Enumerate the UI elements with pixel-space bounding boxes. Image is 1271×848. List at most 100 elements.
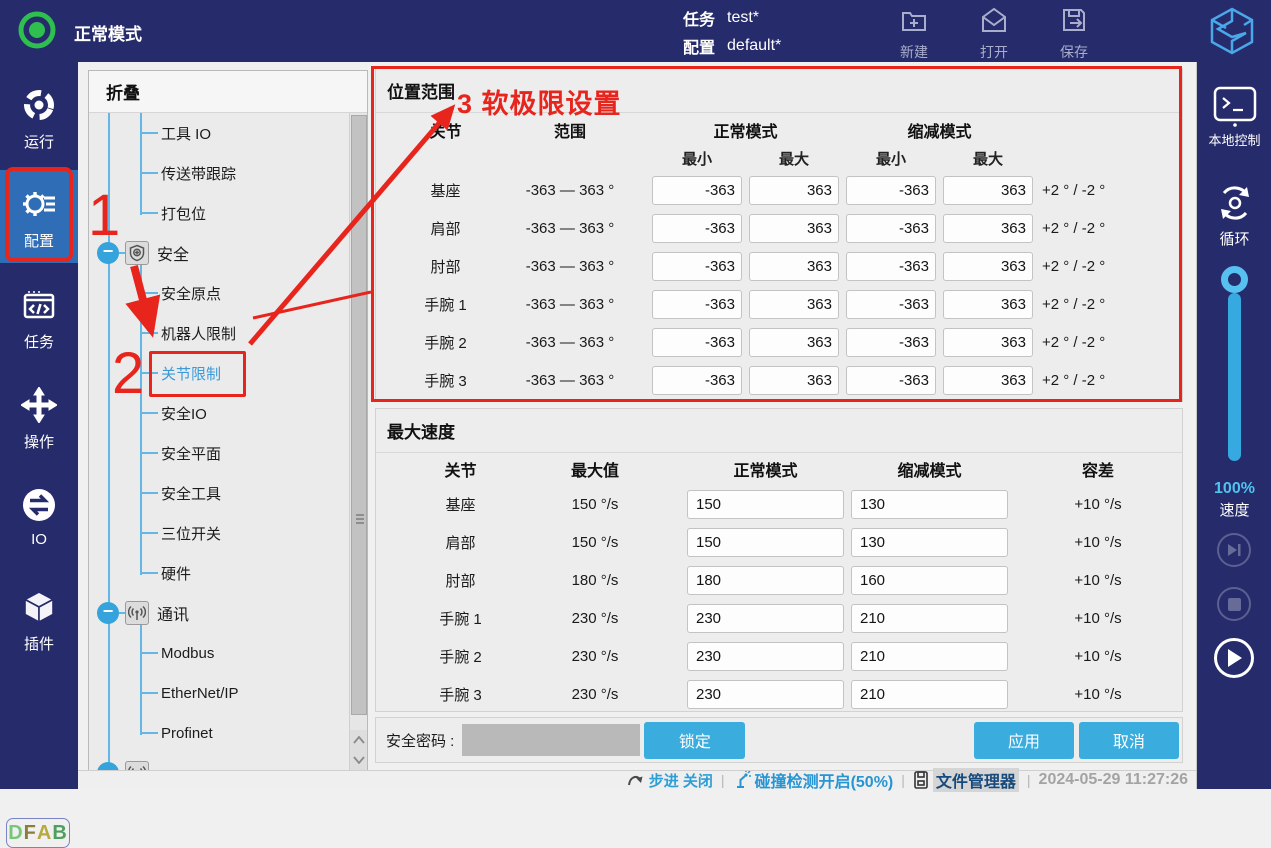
save-button[interactable]: 保存 [1043,5,1105,62]
reduced-speed-input[interactable] [851,604,1008,633]
tree-item[interactable]: − [89,113,367,153]
app-logo-icon [1204,3,1260,64]
reduced-speed-input[interactable] [851,528,1008,557]
reduced-max-input[interactable] [943,252,1033,281]
nav-plugin[interactable]: 插件 [0,589,78,654]
collapse-minus-icon[interactable]: − [97,602,119,624]
reduced-min-input[interactable] [846,214,936,243]
stop-button[interactable] [1217,587,1251,621]
tolerance-value: +10 °/s [1015,610,1181,627]
tree-item[interactable]: − [89,553,367,593]
speed-slider-handle[interactable] [1221,266,1248,293]
reduced-speed-input[interactable] [851,566,1008,595]
tree-item[interactable]: − [89,353,367,393]
file-manager-status[interactable]: 文件管理器 [913,768,1019,792]
collision-detection-status[interactable]: 碰撞检测开启(50%) [733,768,894,792]
tree-item[interactable]: − [89,393,367,433]
normal-speed-input[interactable] [687,490,844,519]
apply-button[interactable]: 应用 [974,722,1074,759]
reduced-speed-input[interactable] [851,680,1008,709]
open-button[interactable]: 打开 [963,5,1025,62]
normal-speed-input[interactable] [687,566,844,595]
reduced-min-input[interactable] [846,328,936,357]
reduced-max-input[interactable] [943,176,1033,205]
play-button[interactable] [1214,638,1254,678]
normal-min-input[interactable] [652,252,742,281]
normal-min-input[interactable] [652,328,742,357]
tree-item-label: 安全工具 [161,483,221,504]
scroll-up-button[interactable] [350,730,367,750]
reduced-speed-input[interactable] [851,490,1008,519]
tree-item[interactable]: − [89,233,367,273]
joint-name: 肩部 [403,218,488,239]
tree-item[interactable]: − [89,753,367,770]
reduced-speed-input[interactable] [851,642,1008,671]
normal-max-input[interactable] [749,214,839,243]
nav-task[interactable]: 任务 [0,287,78,352]
tree-item[interactable]: − [89,713,367,753]
reduced-max-input[interactable] [943,366,1033,395]
cancel-button[interactable]: 取消 [1079,722,1179,759]
new-label: 新建 [883,42,945,62]
nav-run[interactable]: 运行 [0,87,78,152]
step-mode-status[interactable]: 步进 关闭 [627,770,713,791]
tree-item[interactable]: − [89,193,367,233]
normal-max-input[interactable] [749,290,839,319]
tree-item[interactable]: − [89,273,367,313]
reduced-max-input[interactable] [943,214,1033,243]
nav-operate-label: 操作 [0,431,78,452]
tree-item[interactable]: − [89,513,367,553]
normal-speed-input[interactable] [687,642,844,671]
normal-min-input[interactable] [652,366,742,395]
normal-max-input[interactable] [749,252,839,281]
normal-speed-input[interactable] [687,680,844,709]
new-button[interactable]: 新建 [883,5,945,62]
tree-item-label: 机器人限制 [161,323,236,344]
reduced-max-input[interactable] [943,328,1033,357]
tree-item[interactable]: − [89,153,367,193]
col-max-value: 最大值 [510,457,680,481]
tree-item-label: 安全 [157,241,189,265]
normal-min-input[interactable] [652,176,742,205]
lock-button[interactable]: 锁定 [644,722,745,759]
scrollbar-thumb[interactable] [351,115,367,715]
collapse-minus-icon[interactable]: − [97,242,119,264]
normal-speed-input[interactable] [687,604,844,633]
joint-name: 基座 [403,180,488,201]
tree-item[interactable]: − [89,633,367,673]
tree-item[interactable]: − [89,593,367,633]
tree-item[interactable]: − [89,473,367,513]
password-input[interactable] [462,724,640,756]
reduced-max-input[interactable] [943,290,1033,319]
normal-max-input[interactable] [749,176,839,205]
normal-max-input[interactable] [749,328,839,357]
speed-slider-track[interactable] [1228,293,1241,461]
reduced-min-input[interactable] [846,176,936,205]
nav-config[interactable]: 配置 [0,170,78,263]
tree-scrollbar[interactable] [349,113,367,770]
tree-item[interactable]: − [89,673,367,713]
local-control-label: 本地控制 [1197,130,1271,149]
tree-item[interactable]: − [89,433,367,473]
normal-min-input[interactable] [652,290,742,319]
normal-min-input[interactable] [652,214,742,243]
nav-io[interactable]: IO [0,487,78,548]
step-forward-button[interactable] [1217,533,1251,567]
task-label: 任务 [683,6,715,30]
joint-name: 手腕 2 [403,332,488,353]
divider: | [721,772,725,788]
reduced-min-input[interactable] [846,290,936,319]
loop-icon[interactable] [1214,182,1256,229]
local-control-icon[interactable] [1213,86,1257,133]
scroll-down-button[interactable] [350,750,367,770]
max-speed-title: 最大速度 [376,409,1182,453]
reduced-min-input[interactable] [846,252,936,281]
normal-max-input[interactable] [749,366,839,395]
normal-speed-input[interactable] [687,528,844,557]
collapse-minus-icon[interactable]: − [97,762,119,770]
tree-collapse-header[interactable]: 折叠 [89,71,367,113]
tree-item[interactable]: − [89,313,367,353]
workspace: 折叠 − [78,62,1196,789]
reduced-min-input[interactable] [846,366,936,395]
nav-operate[interactable]: 操作 [0,387,78,452]
